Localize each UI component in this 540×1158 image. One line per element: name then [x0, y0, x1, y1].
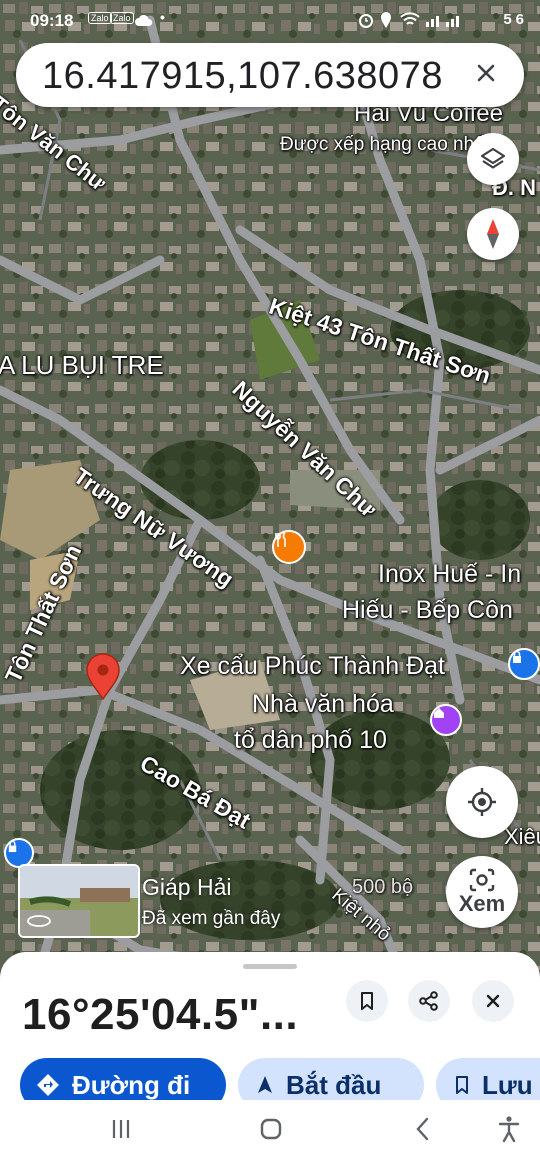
map-label-inox-hue-2[interactable]: Hiếu - Bếp Côn	[342, 596, 513, 625]
home-icon[interactable]	[256, 1114, 286, 1144]
community-house-icon[interactable]	[430, 704, 462, 736]
street-view-subtitle: Đã xem gần đây	[142, 908, 281, 929]
bookmark-icon	[456, 1076, 468, 1094]
layers-button[interactable]	[467, 133, 519, 185]
close-icon[interactable]	[468, 55, 504, 91]
360-icon	[27, 915, 51, 927]
lens-button[interactable]: Xem	[446, 856, 518, 928]
dot-icon: •	[160, 9, 165, 25]
directions-button[interactable]: Đường đi	[20, 1058, 226, 1100]
lens-icon	[469, 868, 495, 892]
back-icon[interactable]	[408, 1114, 438, 1144]
location-status-icon	[381, 12, 391, 28]
status-bar: 09:18 Zalo Zalo • 56	[0, 0, 540, 40]
street-view-thumbnail[interactable]	[18, 864, 140, 938]
search-box[interactable]: 16.417915,107.638078	[16, 43, 524, 107]
zalo-notification-icon-2: Zalo	[110, 12, 134, 24]
my-location-button[interactable]	[446, 766, 518, 838]
battery-level: 56	[503, 11, 528, 28]
signal-icon	[426, 16, 459, 27]
close-sheet-button[interactable]	[472, 980, 514, 1022]
start-label: Bắt đầu	[286, 1069, 382, 1100]
system-nav-bar	[0, 1100, 540, 1158]
layers-icon	[480, 147, 506, 169]
directions-label: Đường đi	[72, 1069, 191, 1100]
save-icon-button[interactable]	[346, 980, 388, 1022]
wifi-icon	[400, 12, 420, 25]
search-query[interactable]: 16.417915,107.638078	[42, 55, 443, 98]
bookmark-icon	[361, 992, 373, 1010]
directions-icon	[37, 1074, 59, 1096]
map-scale: 500 bộ	[352, 876, 414, 898]
sheet-drag-handle[interactable]	[243, 964, 297, 969]
status-time: 09:18	[30, 11, 74, 30]
map-label-lu-bui-tre[interactable]: A LU BỤI TRE	[0, 350, 164, 381]
place-bottom-sheet[interactable]: 16°25'04.5"... Đường đi Bắt đầu Lưu	[0, 952, 540, 1100]
accessibility-icon[interactable]	[494, 1114, 524, 1144]
map-label-hai-vu-rating: Được xếp hạng cao nhất	[280, 134, 491, 155]
save-label: Lưu	[482, 1069, 533, 1100]
cloud-icon	[135, 14, 153, 26]
map-label-to-dan-pho[interactable]: tổ dân phố 10	[234, 726, 387, 755]
coordinates-title: 16°25'04.5"...	[22, 990, 299, 1039]
share-icon	[419, 991, 438, 1011]
my-location-icon	[468, 788, 496, 816]
map-label-inox-hue[interactable]: Inox Huế - In	[378, 560, 521, 589]
start-button[interactable]: Bắt đầu	[238, 1058, 424, 1100]
save-button[interactable]: Lưu	[436, 1058, 540, 1100]
compass-icon	[487, 219, 499, 249]
close-icon	[486, 994, 500, 1008]
lens-label: Xem	[458, 891, 506, 916]
map-label-nha-van-hoa[interactable]: Nhà văn hóa	[252, 690, 394, 719]
navigation-arrow-icon	[258, 1076, 272, 1093]
alarm-icon	[359, 14, 373, 28]
map-label-xieu[interactable]: Xiêu	[504, 824, 540, 850]
compass-button[interactable]	[467, 208, 519, 260]
location-pin-icon[interactable]	[84, 652, 122, 700]
recent-apps-icon[interactable]	[106, 1114, 136, 1144]
street-view-title[interactable]: Giáp Hải	[142, 874, 231, 901]
restaurant-icon[interactable]	[272, 530, 306, 564]
map-label-xe-cau[interactable]: Xe cẩu Phúc Thành Đạt	[180, 652, 445, 681]
shop-lock-icon[interactable]	[508, 648, 540, 680]
share-button[interactable]	[408, 980, 450, 1022]
zalo-notification-icon: Zalo	[88, 12, 112, 24]
